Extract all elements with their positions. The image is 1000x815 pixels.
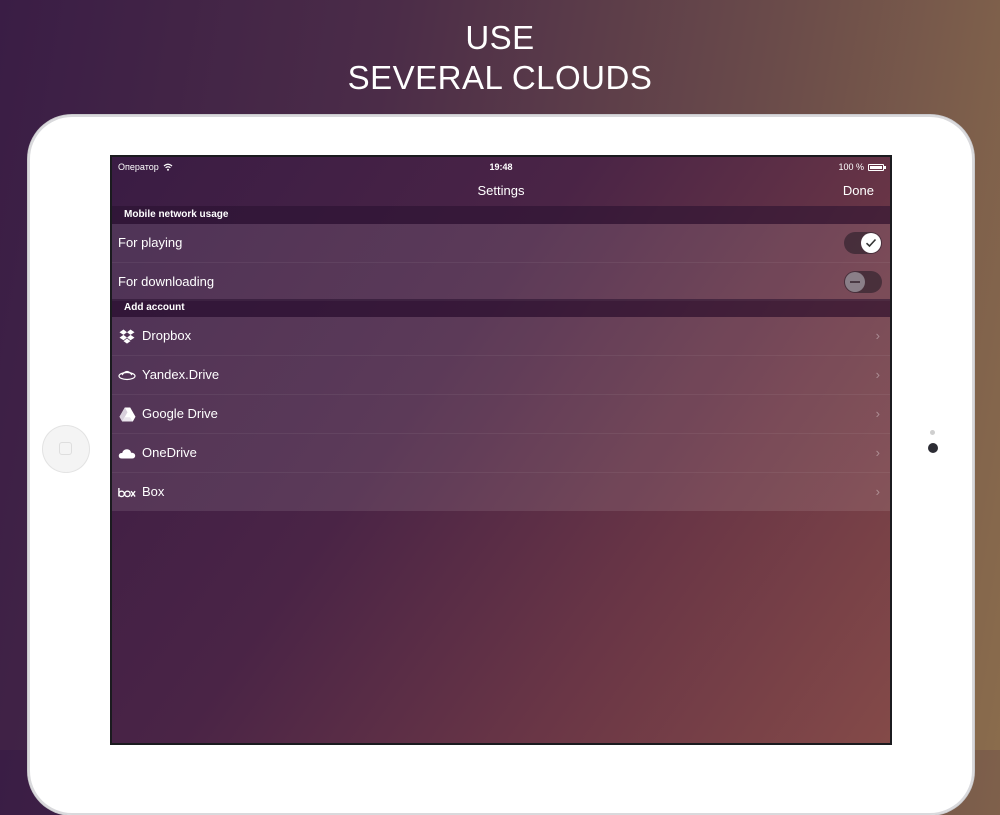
- accounts-group: Dropbox › Yandex.Drive › Google Drive › …: [112, 317, 890, 511]
- account-label: Yandex.Drive: [142, 367, 220, 382]
- section-header-mobile: Mobile network usage: [112, 206, 890, 224]
- google-drive-icon: [118, 406, 136, 422]
- toggle-for-downloading[interactable]: [844, 271, 882, 293]
- promo-headline: USE SEVERAL CLOUDS: [0, 18, 1000, 98]
- chevron-right-icon: ›: [875, 484, 880, 499]
- page-title: Settings: [477, 183, 525, 198]
- headline-line-2: SEVERAL CLOUDS: [347, 59, 653, 96]
- account-item-onedrive[interactable]: OneDrive ›: [112, 434, 890, 473]
- chevron-right-icon: ›: [875, 406, 880, 421]
- checkmark-icon: [861, 233, 881, 253]
- yandex-disk-icon: [118, 367, 136, 383]
- account-label: Google Drive: [142, 406, 218, 421]
- account-label: Box: [142, 484, 165, 499]
- account-label: Dropbox: [142, 328, 192, 343]
- account-label: OneDrive: [142, 445, 197, 460]
- box-logo-icon: [118, 484, 136, 500]
- headline-line-1: USE: [465, 19, 535, 56]
- setting-row-for-playing: For playing: [112, 224, 890, 263]
- status-time: 19:48: [489, 162, 513, 172]
- setting-label: For playing: [118, 235, 183, 250]
- minus-icon: [845, 272, 865, 292]
- done-button[interactable]: Done: [843, 183, 874, 198]
- chevron-right-icon: ›: [875, 328, 880, 343]
- battery-icon: [868, 163, 886, 171]
- dropbox-icon: [118, 328, 136, 344]
- status-bar: Оператор 19:48 100 %: [112, 157, 890, 177]
- setting-row-for-downloading: For downloading: [112, 263, 890, 301]
- sensor-dot: [930, 430, 935, 435]
- account-item-box[interactable]: Box ›: [112, 473, 890, 511]
- section-header-accounts: Add account: [112, 299, 890, 317]
- account-item-yandex-drive[interactable]: Yandex.Drive ›: [112, 356, 890, 395]
- battery-percent: 100 %: [838, 162, 864, 172]
- camera-dot: [928, 443, 938, 453]
- toggle-for-playing[interactable]: [844, 232, 882, 254]
- home-button[interactable]: [42, 425, 90, 473]
- mobile-usage-group: For playing For downloading: [112, 224, 890, 301]
- account-item-dropbox[interactable]: Dropbox ›: [112, 317, 890, 356]
- onedrive-icon: [118, 445, 136, 461]
- setting-label: For downloading: [118, 274, 215, 289]
- nav-bar: Settings Done: [112, 177, 890, 205]
- chevron-right-icon: ›: [875, 367, 880, 382]
- chevron-right-icon: ›: [875, 445, 880, 460]
- account-item-google-drive[interactable]: Google Drive ›: [112, 395, 890, 434]
- device-screen: Оператор 19:48 100 % Settings Done Mobil…: [110, 155, 892, 745]
